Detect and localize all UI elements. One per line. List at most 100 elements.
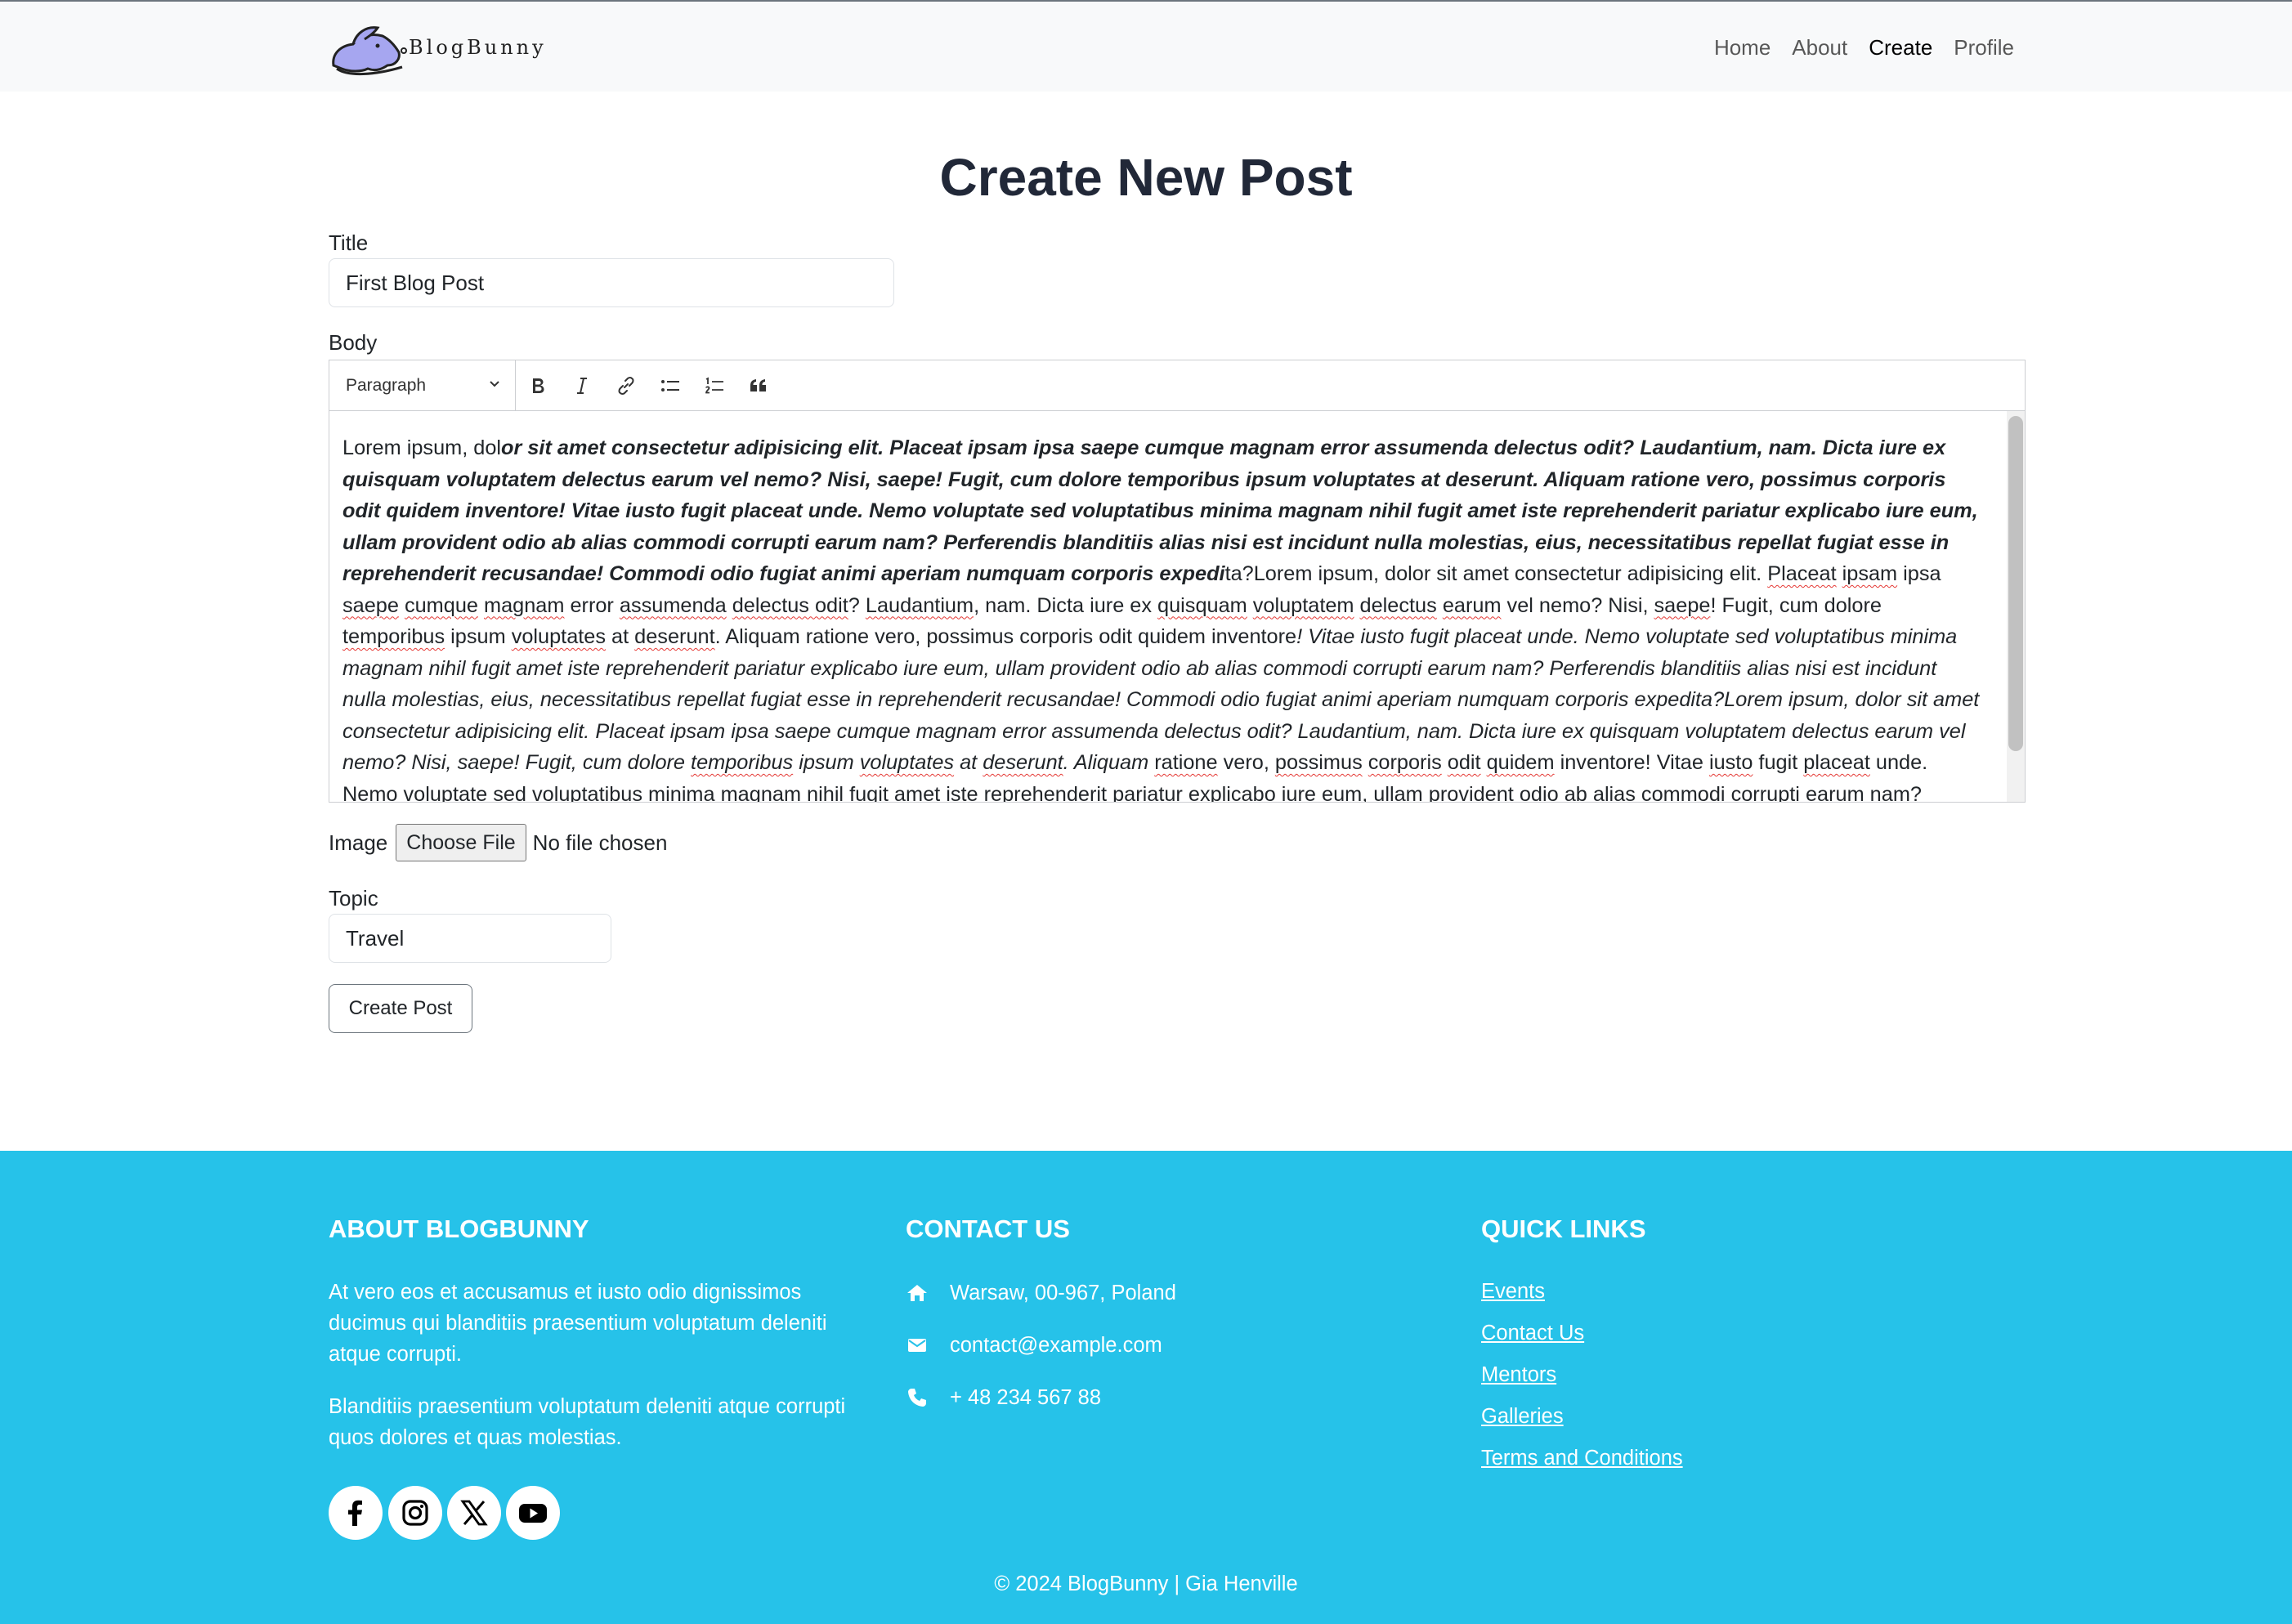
link-galleries[interactable]: Galleries	[1481, 1405, 1564, 1429]
link-icon	[618, 376, 634, 395]
body-text-segment: deserunt	[983, 751, 1063, 774]
contact-heading: CONTACT US	[906, 1215, 1070, 1243]
nav-links: Home About Create Profile	[1714, 2, 2014, 93]
body-text-segment	[1363, 751, 1368, 774]
body-text-segment	[1837, 562, 1842, 585]
link-events[interactable]: Events	[1481, 1280, 1545, 1304]
facebook-button[interactable]	[329, 1486, 383, 1540]
body-text-segment: , nam. Dicta iure ex	[974, 593, 1158, 617]
bunny-logo-icon	[332, 26, 407, 75]
editor-content[interactable]: Lorem ipsum, dolor sit amet consectetur …	[329, 411, 2025, 802]
topic-input-value: Travel	[346, 925, 405, 951]
body-text-segment: at	[954, 751, 983, 774]
about-heading: ABOUT BLOGBUNNY	[329, 1215, 589, 1243]
numbered-list-icon	[705, 377, 723, 393]
home-icon	[907, 1285, 927, 1301]
nav-create[interactable]: Create	[1869, 35, 1932, 60]
instagram-button[interactable]	[388, 1486, 442, 1540]
body-text-segment: ratione	[1154, 751, 1218, 774]
body-text-segment: Laudantium	[865, 593, 974, 617]
body-text-segment	[1247, 594, 1253, 617]
body-text-segment: fugit	[1753, 751, 1804, 774]
bold-icon	[533, 378, 544, 393]
nav-home[interactable]: Home	[1714, 35, 1770, 60]
chevron-down-icon	[490, 380, 499, 387]
page-title: Create New Post	[939, 148, 1353, 207]
x-button[interactable]	[447, 1486, 501, 1540]
body-text-segment: ipsum	[445, 625, 512, 648]
bold-button[interactable]	[516, 360, 560, 411]
body-text-segment	[1481, 751, 1487, 774]
body-text-segment: temporibus	[691, 751, 794, 774]
body-text-segment: saepe	[342, 593, 399, 617]
link-button[interactable]	[604, 360, 648, 411]
italic-button[interactable]	[560, 360, 604, 411]
quick-links-heading: QUICK LINKS	[1481, 1215, 1646, 1243]
rich-text-editor: Paragraph Lorem ipsum, dolor sit amet co…	[329, 360, 2026, 803]
body-text-segment: saepe	[1654, 593, 1711, 617]
body-text-segment	[727, 594, 732, 617]
topic-label: Topic	[329, 886, 378, 910]
nav-profile[interactable]: Profile	[1954, 35, 2014, 60]
title-input[interactable]: First Blog Post	[329, 258, 894, 307]
blockquote-button[interactable]	[736, 360, 781, 411]
navbar: BlogBunny Home About Create Profile	[0, 0, 2292, 92]
body-text-segment: cumque	[404, 593, 478, 617]
numbered-list-button[interactable]	[692, 360, 736, 411]
youtube-button[interactable]	[506, 1486, 560, 1540]
contact-address: Warsaw, 00-967, Poland	[906, 1277, 1176, 1309]
body-text-segment: ipsa	[1897, 562, 1941, 585]
brand-logo[interactable]: BlogBunny	[329, 18, 547, 77]
contact-phone: + 48 234 567 88	[906, 1381, 1101, 1414]
blockquote-icon	[750, 378, 766, 391]
body-text-segment: assumenda	[619, 593, 727, 617]
body-text-segment: . Aliquam ratione vero, possimus corpori…	[714, 625, 1297, 648]
body-text-segment: vel nemo? Nisi,	[1501, 593, 1654, 617]
nav-about[interactable]: About	[1792, 35, 1847, 60]
phone-icon	[908, 1389, 926, 1407]
body-text-segment: Lorem ipsum, dol	[342, 436, 502, 459]
bulleted-list-button[interactable]	[648, 360, 692, 411]
heading-dropdown-value: Paragraph	[346, 375, 427, 395]
body-text-segment: placeat	[1803, 751, 1870, 774]
body-text-segment: quidem	[1486, 751, 1555, 774]
editor-scrollbar-thumb[interactable]	[2008, 416, 2023, 751]
body-text-segment	[1442, 751, 1448, 774]
envelope-icon	[908, 1339, 926, 1352]
italic-icon	[577, 377, 587, 394]
link-terms[interactable]: Terms and Conditions	[1481, 1447, 1683, 1470]
about-text-2: Blanditiis praesentium voluptatum deleni…	[329, 1395, 846, 1449]
body-text-segment: error	[564, 593, 620, 617]
body-text-segment: Placeat	[1767, 562, 1837, 585]
phone-text: + 48 234 567 88	[950, 1385, 1102, 1409]
link-contact-us[interactable]: Contact Us	[1481, 1322, 1584, 1345]
body-text-segment: deserunt	[634, 625, 715, 648]
footer: ABOUT BLOGBUNNY At vero eos et accusamus…	[0, 1151, 2292, 1624]
title-input-value: First Blog Post	[346, 270, 485, 295]
facebook-icon	[348, 1500, 362, 1526]
editor-scroll-track[interactable]	[2007, 411, 2025, 802]
body-text-segment: ipsam	[1842, 562, 1898, 585]
file-status: No file chosen	[532, 830, 668, 855]
body-text-segment: quisquam	[1157, 593, 1247, 617]
body-text-segment: vero,	[1217, 751, 1275, 774]
body-text-segment	[1354, 594, 1360, 617]
link-mentors[interactable]: Mentors	[1481, 1363, 1556, 1387]
about-text-1: At vero eos et accusamus et iusto odio d…	[329, 1281, 827, 1366]
bulleted-list-icon	[661, 379, 679, 391]
body-text-segment: odit	[1447, 751, 1481, 774]
body-text-segment: magnam	[484, 593, 565, 617]
choose-file-button[interactable]: Choose File	[396, 824, 526, 861]
body-text-segment	[478, 594, 484, 617]
body-text-segment: delectus	[1359, 593, 1437, 617]
body-text-segment: iusto	[1708, 751, 1753, 774]
body-text-segment: possimus	[1274, 751, 1363, 774]
body-text-segment	[399, 594, 405, 617]
topic-input[interactable]: Travel	[329, 914, 611, 963]
create-post-button[interactable]: Create Post	[329, 984, 472, 1033]
email-text: contact@example.com	[950, 1333, 1162, 1357]
editor-toolbar: Paragraph	[329, 360, 2025, 411]
image-label: Image	[329, 830, 388, 855]
heading-dropdown[interactable]: Paragraph	[329, 360, 516, 411]
x-icon	[460, 1500, 488, 1526]
